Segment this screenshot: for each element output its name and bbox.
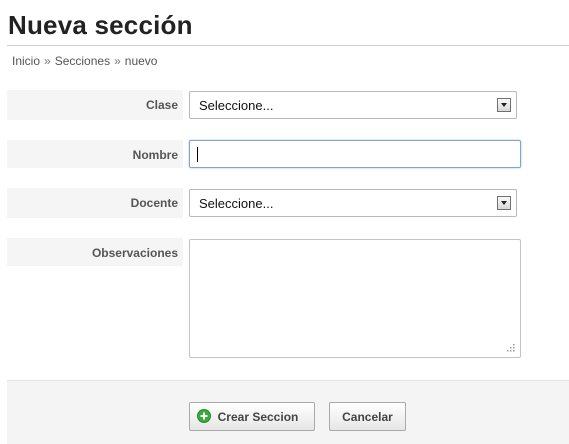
breadcrumb-separator: » xyxy=(114,54,121,68)
clase-select-value: Seleccione... xyxy=(199,98,274,113)
title-divider xyxy=(7,45,569,46)
breadcrumb-current: nuevo xyxy=(124,54,158,68)
clase-label: Clase xyxy=(145,98,178,112)
docente-select[interactable]: Seleccione... xyxy=(189,189,517,217)
resize-grip-icon[interactable] xyxy=(505,342,515,352)
breadcrumb: Inicio» Secciones» nuevo xyxy=(12,53,157,69)
text-caret xyxy=(197,147,198,162)
docente-select-value: Seleccione... xyxy=(199,196,274,211)
docente-label: Docente xyxy=(130,196,178,210)
breadcrumb-link-secciones[interactable]: Secciones xyxy=(55,54,110,68)
cancel-button[interactable]: Cancelar xyxy=(329,402,406,431)
observaciones-label: Observaciones xyxy=(91,246,178,260)
chevron-down-icon[interactable] xyxy=(497,196,511,210)
nombre-label: Nombre xyxy=(132,148,178,162)
create-section-button[interactable]: Crear Seccion xyxy=(189,402,315,431)
create-section-button-label: Crear Seccion xyxy=(217,410,299,424)
page-title: Nueva sección xyxy=(8,10,193,40)
observaciones-textarea[interactable] xyxy=(189,239,521,358)
breadcrumb-separator: » xyxy=(44,54,51,68)
clase-select[interactable]: Seleccione... xyxy=(189,91,517,119)
nombre-input[interactable] xyxy=(189,140,521,168)
plus-circle-icon xyxy=(197,409,211,423)
breadcrumb-link-inicio[interactable]: Inicio xyxy=(12,54,40,68)
chevron-down-icon[interactable] xyxy=(497,98,511,112)
